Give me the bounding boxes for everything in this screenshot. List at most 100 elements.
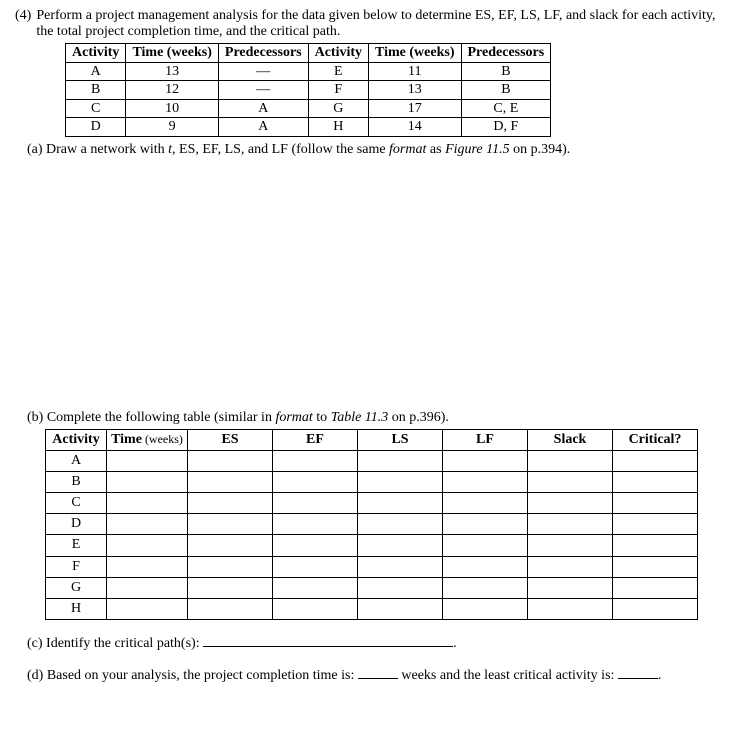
cell: — — [218, 62, 308, 81]
part-d: (d) Based on your analysis, the project … — [27, 666, 726, 684]
cell: C — [66, 99, 126, 118]
text: on p.396). — [388, 410, 449, 425]
answer-table: Activity Time (weeks) ES EF LS LF Slack … — [45, 429, 698, 621]
part-c: (c) Identify the critical path(s): . — [27, 634, 726, 652]
cell — [443, 556, 528, 577]
cell — [443, 471, 528, 492]
col-critical: Critical? — [613, 429, 698, 450]
cell: A — [66, 62, 126, 81]
cell — [107, 599, 188, 620]
cell — [443, 535, 528, 556]
col-es: ES — [188, 429, 273, 450]
blank-line — [203, 634, 453, 647]
cell: E — [308, 62, 368, 81]
cell: B — [461, 62, 551, 81]
cell: 14 — [369, 118, 461, 137]
col-lf: LF — [443, 429, 528, 450]
table-row: A — [46, 450, 698, 471]
cell — [528, 514, 613, 535]
cell: 13 — [369, 81, 461, 100]
cell — [107, 514, 188, 535]
col-pred-right: Predecessors — [461, 44, 551, 63]
col-slack: Slack — [528, 429, 613, 450]
cell — [188, 535, 273, 556]
cell: 10 — [126, 99, 218, 118]
cell — [443, 450, 528, 471]
cell: G — [308, 99, 368, 118]
text: as — [426, 142, 445, 157]
cell — [188, 514, 273, 535]
col-activity-right: Activity — [308, 44, 368, 63]
cell — [613, 471, 698, 492]
cell: C — [46, 493, 107, 514]
text: (weeks) — [142, 432, 183, 446]
cell — [273, 514, 358, 535]
text: to — [313, 410, 331, 425]
table-row: E — [46, 535, 698, 556]
table-row: C 10 A G 17 C, E — [66, 99, 551, 118]
cell — [443, 599, 528, 620]
cell — [613, 514, 698, 535]
text: weeks and the least critical activity is… — [398, 668, 618, 683]
text: (a) Draw a network with — [27, 142, 168, 157]
question-number: (4) — [15, 8, 31, 24]
cell — [613, 577, 698, 598]
data-table: Activity Time (weeks) Predecessors Activ… — [65, 43, 551, 137]
cell: A — [46, 450, 107, 471]
cell — [273, 450, 358, 471]
cell — [358, 577, 443, 598]
cell — [273, 493, 358, 514]
cell — [358, 599, 443, 620]
cell — [107, 493, 188, 514]
col-time-left: Time (weeks) — [126, 44, 218, 63]
cell: 12 — [126, 81, 218, 100]
cell: D — [66, 118, 126, 137]
col-time: Time (weeks) — [107, 429, 188, 450]
table-row: H — [46, 599, 698, 620]
cell — [188, 577, 273, 598]
text: (d) Based on your analysis, the project … — [27, 668, 358, 683]
cell — [613, 450, 698, 471]
cell: 9 — [126, 118, 218, 137]
cell — [358, 514, 443, 535]
col-time-right: Time (weeks) — [369, 44, 461, 63]
question-prompt: Perform a project management analysis fo… — [36, 8, 726, 40]
text-italic: format — [389, 142, 426, 157]
text: , ES, EF, LS, and LF (follow the same — [172, 142, 389, 157]
cell: B — [46, 471, 107, 492]
cell: E — [46, 535, 107, 556]
cell: D, F — [461, 118, 551, 137]
cell — [188, 471, 273, 492]
cell — [358, 471, 443, 492]
cell: 13 — [126, 62, 218, 81]
cell — [528, 471, 613, 492]
table-row: D 9 A H 14 D, F — [66, 118, 551, 137]
cell — [613, 535, 698, 556]
cell — [273, 556, 358, 577]
cell — [107, 577, 188, 598]
text: . — [658, 668, 662, 683]
cell: B — [461, 81, 551, 100]
part-b: (b) Complete the following table (simila… — [27, 410, 726, 426]
table-row: B 12 — F 13 B — [66, 81, 551, 100]
cell: A — [218, 99, 308, 118]
table-row: A 13 — E 11 B — [66, 62, 551, 81]
cell — [443, 577, 528, 598]
cell: 17 — [369, 99, 461, 118]
cell — [188, 493, 273, 514]
cell: — — [218, 81, 308, 100]
cell — [528, 450, 613, 471]
cell — [528, 493, 613, 514]
part-a: (a) Draw a network with t, ES, EF, LS, a… — [27, 142, 726, 158]
blank-line — [358, 666, 398, 679]
question-header: (4) Perform a project management analysi… — [15, 8, 726, 40]
cell: F — [308, 81, 368, 100]
table-row: F — [46, 556, 698, 577]
cell — [107, 556, 188, 577]
cell — [443, 514, 528, 535]
cell — [528, 577, 613, 598]
cell — [528, 599, 613, 620]
text-italic: format — [275, 410, 312, 425]
cell — [613, 599, 698, 620]
cell: 11 — [369, 62, 461, 81]
